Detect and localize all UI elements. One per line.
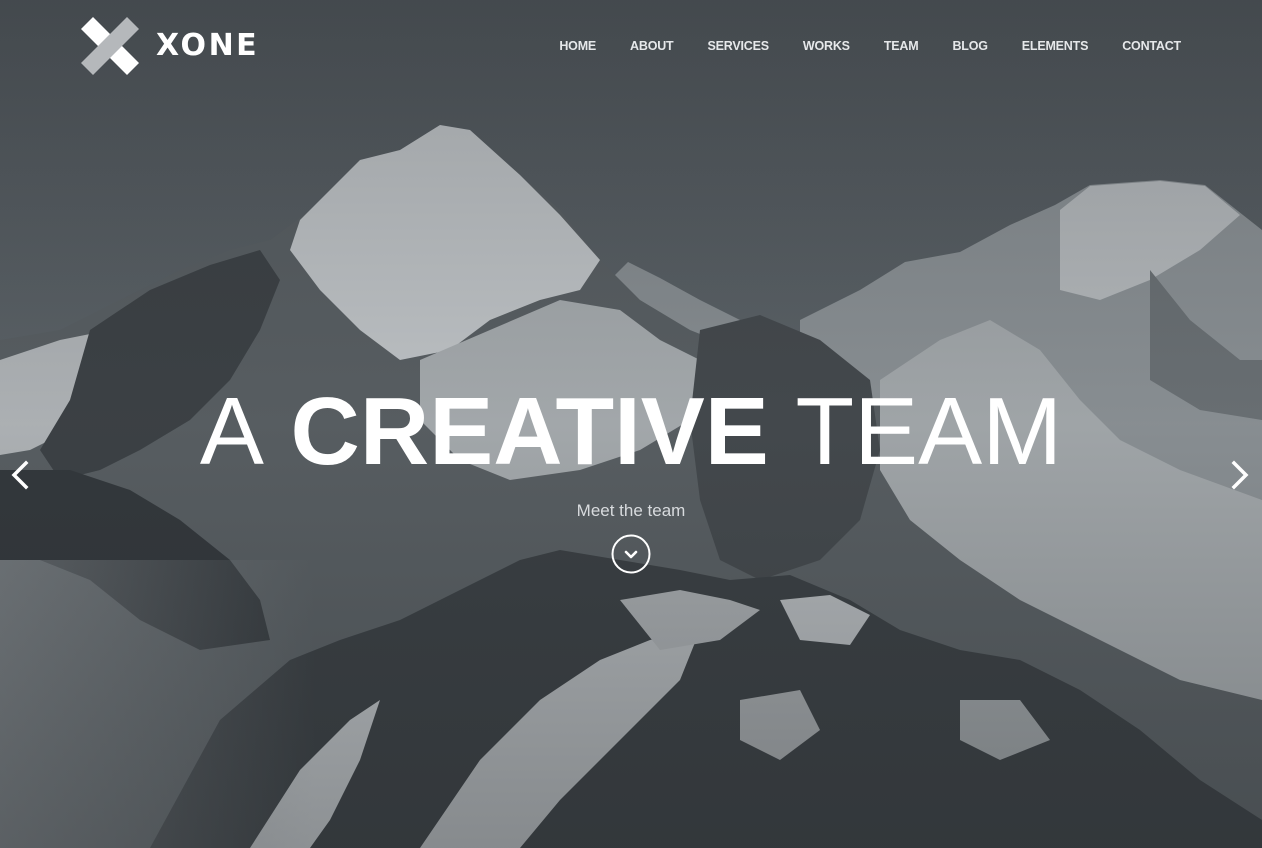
x-logo-icon <box>81 17 139 75</box>
hero-slider: XONE HOME ABOUT SERVICES WORKS TEAM BLOG… <box>0 0 1262 848</box>
brand-name: XONE <box>156 28 260 63</box>
hero-subtitle-link[interactable]: Meet the team <box>0 501 1262 521</box>
headline-word-creative: CREATIVE <box>290 378 769 485</box>
nav-item-team[interactable]: TEAM <box>850 38 919 54</box>
nav-item-blog[interactable]: BLOG <box>918 38 988 54</box>
nav-item-about[interactable]: ABOUT <box>596 38 674 54</box>
headline-word-team: TEAM <box>795 378 1063 485</box>
nav-item-elements[interactable]: ELEMENTS <box>988 38 1089 54</box>
nav-item-works[interactable]: WORKS <box>769 38 850 54</box>
chevron-down-circle-icon[interactable] <box>611 534 651 574</box>
chevron-right-icon[interactable] <box>1228 458 1252 492</box>
nav-item-home[interactable]: HOME <box>525 38 596 54</box>
main-nav: HOME ABOUT SERVICES WORKS TEAM BLOG ELEM… <box>525 38 1181 54</box>
chevron-left-icon[interactable] <box>8 458 32 492</box>
headline-word-a: A <box>199 378 264 485</box>
nav-item-services[interactable]: SERVICES <box>674 38 770 54</box>
nav-item-contact[interactable]: CONTACT <box>1088 38 1181 54</box>
brand-logo[interactable]: XONE <box>81 17 259 75</box>
hero-headline: A CREATIVE TEAM <box>0 384 1262 480</box>
